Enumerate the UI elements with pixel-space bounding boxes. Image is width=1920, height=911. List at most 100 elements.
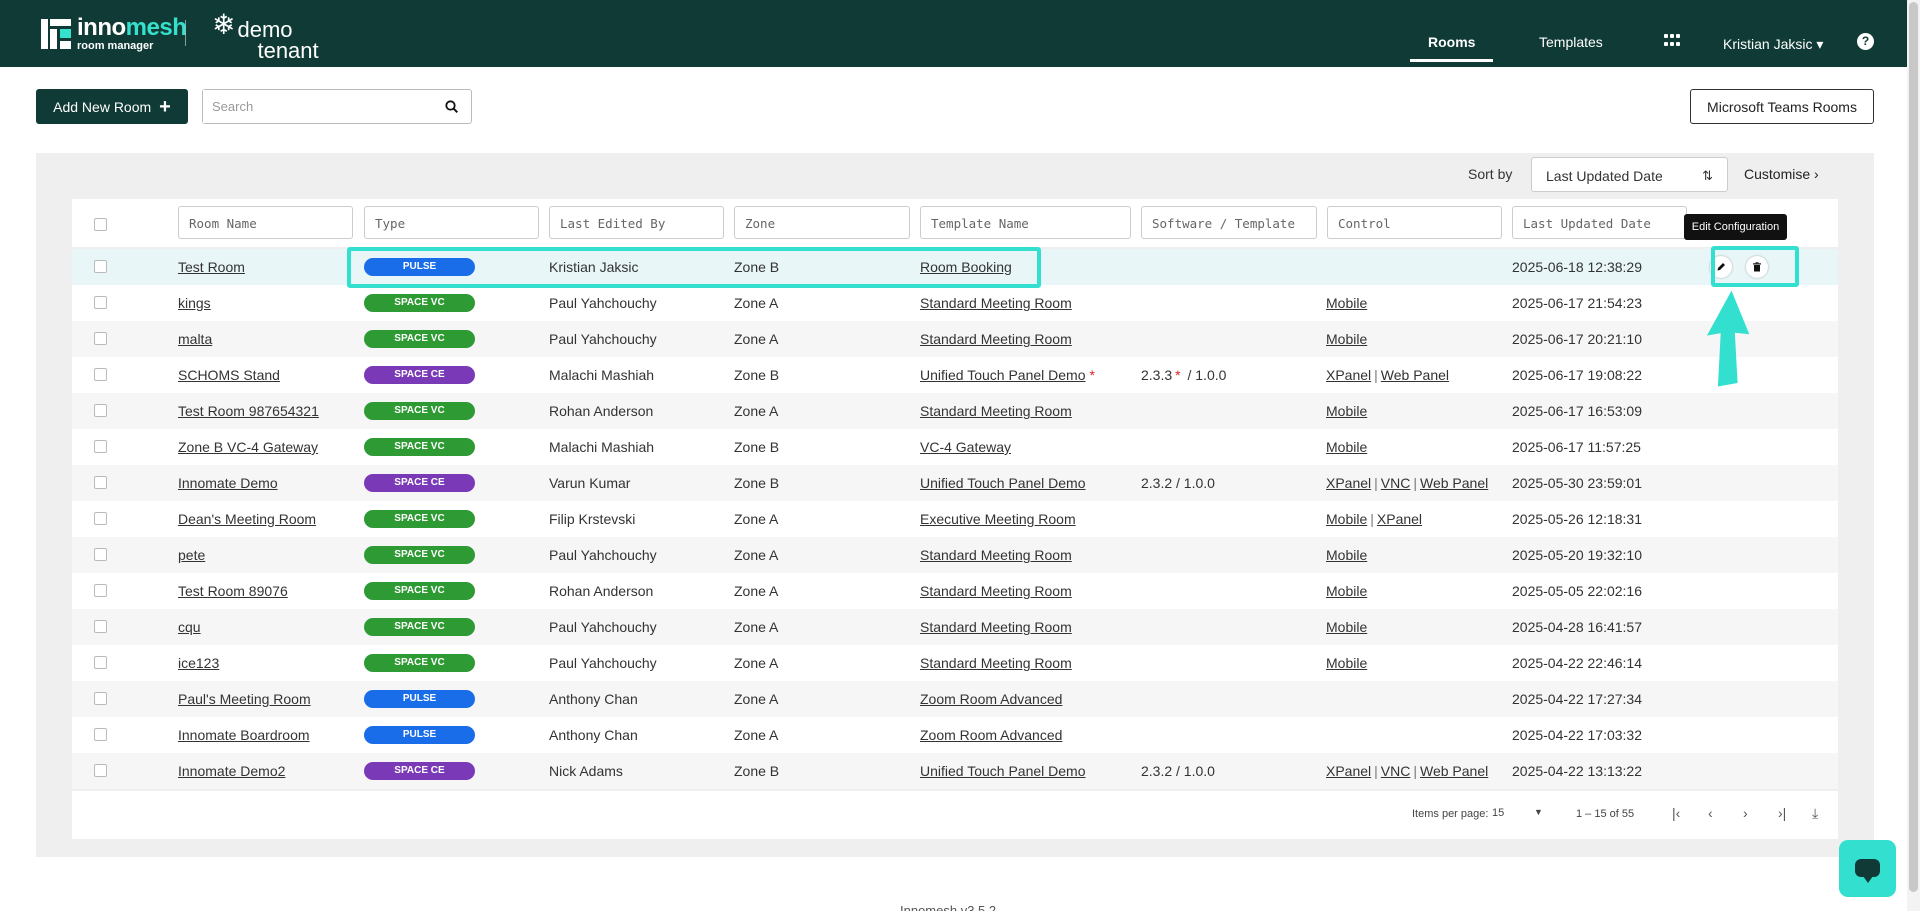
row-checkbox[interactable] [94, 404, 107, 417]
chevron-down-icon[interactable]: ▼ [1534, 807, 1543, 817]
room-name-link[interactable]: SCHOMS Stand [178, 367, 280, 383]
sort-order-icon[interactable]: ⇅ [1702, 168, 1713, 184]
control-link[interactable]: Mobile [1326, 511, 1367, 527]
room-name-link[interactable]: Test Room [178, 259, 245, 275]
template-link[interactable]: Zoom Room Advanced [920, 727, 1062, 743]
filter-software-template[interactable]: Software / Template [1141, 206, 1317, 239]
control-link[interactable]: Mobile [1326, 439, 1367, 455]
control-link[interactable]: Mobile [1326, 331, 1367, 347]
user-menu[interactable]: Kristian Jaksic ▾ [1723, 36, 1823, 53]
row-checkbox[interactable] [94, 260, 107, 273]
template-link[interactable]: Executive Meeting Room [920, 511, 1076, 527]
sort-select[interactable]: Last Updated Date ⇅ [1531, 157, 1728, 192]
room-name-link[interactable]: Test Room 987654321 [178, 403, 319, 419]
table-row[interactable]: malta SPACE VC Paul Yahchouchy Zone A Standa… [72, 321, 1838, 357]
chat-button[interactable] [1839, 840, 1896, 897]
table-row[interactable]: Zone B VC-4 Gateway SPACE VC Malachi Mashi… [72, 429, 1838, 465]
table-row[interactable]: Innomate Demo2 SPACE CE Nick Adams Zone B Un… [72, 753, 1838, 789]
table-row[interactable]: Innomate Boardroom PULSE Anthony Chan Zone … [72, 717, 1838, 753]
next-page-icon[interactable]: › [1743, 805, 1748, 821]
filter-template-name[interactable]: Template Name [920, 206, 1131, 239]
row-checkbox[interactable] [94, 584, 107, 597]
template-link[interactable]: VC-4 Gateway [920, 439, 1011, 455]
template-link[interactable]: Zoom Room Advanced [920, 691, 1062, 707]
room-name-link[interactable]: pete [178, 547, 205, 563]
room-name-link[interactable]: ice123 [178, 655, 219, 671]
filter-room-name[interactable]: Room Name [178, 206, 353, 239]
search-icon[interactable] [445, 100, 458, 113]
table-row[interactable]: pete SPACE VC Paul Yahchouchy Zone A Standar… [72, 537, 1838, 573]
room-name-link[interactable]: Innomate Demo2 [178, 763, 285, 779]
control-link[interactable]: XPanel [1377, 511, 1422, 527]
row-checkbox[interactable] [94, 368, 107, 381]
row-checkbox[interactable] [94, 548, 107, 561]
table-row[interactable]: SCHOMS Stand SPACE CE Malachi Mashiah Zone … [72, 357, 1838, 393]
room-name-link[interactable]: malta [178, 331, 212, 347]
row-checkbox[interactable] [94, 296, 107, 309]
template-link[interactable]: Unified Touch Panel Demo [920, 763, 1086, 779]
page-scrollbar[interactable] [1907, 0, 1920, 911]
select-all-checkbox[interactable] [94, 218, 107, 231]
table-row[interactable]: Test Room 987654321 SPACE VC Rohan Anderso… [72, 393, 1838, 429]
control-link[interactable]: XPanel [1326, 475, 1371, 491]
control-link[interactable]: Mobile [1326, 295, 1367, 311]
row-checkbox[interactable] [94, 620, 107, 633]
last-page-icon[interactable]: ›| [1778, 805, 1786, 821]
row-checkbox[interactable] [94, 764, 107, 777]
table-row[interactable]: kings SPACE VC Paul Yahchouchy Zone A Standa… [72, 285, 1838, 321]
first-page-icon[interactable]: |‹ [1672, 805, 1680, 821]
row-checkbox[interactable] [94, 656, 107, 669]
control-link[interactable]: Web Panel [1381, 367, 1449, 383]
control-link[interactable]: XPanel [1326, 763, 1371, 779]
control-link[interactable]: VNC [1381, 475, 1411, 491]
row-checkbox[interactable] [94, 728, 107, 741]
innomesh-logo[interactable]: innomesh room manager [41, 16, 187, 52]
table-row[interactable]: Paul's Meeting Room PULSE Anthony Chan Zone… [72, 681, 1838, 717]
template-link[interactable]: Standard Meeting Room [920, 547, 1072, 563]
control-link[interactable]: Mobile [1326, 655, 1367, 671]
template-link[interactable]: Unified Touch Panel Demo [920, 367, 1086, 383]
table-row[interactable]: Test Room 89076 SPACE VC Rohan Anderson Zon… [72, 573, 1838, 609]
room-name-link[interactable]: cqu [178, 619, 201, 635]
row-checkbox[interactable] [94, 440, 107, 453]
add-new-room-button[interactable]: Add New Room + [36, 89, 188, 124]
template-link[interactable]: Standard Meeting Room [920, 331, 1072, 347]
room-name-link[interactable]: Paul's Meeting Room [178, 691, 311, 707]
filter-last-updated[interactable]: Last Updated Date [1512, 206, 1687, 239]
control-link[interactable]: Web Panel [1420, 763, 1488, 779]
table-row[interactable]: Innomate Demo SPACE CE Varun Kumar Zone B Un… [72, 465, 1838, 501]
room-name-link[interactable]: Dean's Meeting Room [178, 511, 316, 527]
table-row[interactable]: ice123 SPACE VC Paul Yahchouchy Zone A Stand… [72, 645, 1838, 681]
room-name-link[interactable]: Innomate Boardroom [178, 727, 310, 743]
control-link[interactable]: VNC [1381, 763, 1411, 779]
control-link[interactable]: Web Panel [1420, 475, 1488, 491]
prev-page-icon[interactable]: ‹ [1708, 805, 1713, 821]
template-link[interactable]: Standard Meeting Room [920, 655, 1072, 671]
template-link[interactable]: Standard Meeting Room [920, 583, 1072, 599]
control-link[interactable]: Mobile [1326, 403, 1367, 419]
row-checkbox[interactable] [94, 476, 107, 489]
control-link[interactable]: Mobile [1326, 583, 1367, 599]
apps-grid-icon[interactable] [1664, 34, 1680, 48]
nav-rooms[interactable]: Rooms [1428, 34, 1475, 50]
room-name-link[interactable]: Innomate Demo [178, 475, 278, 491]
download-icon[interactable]: ⤓ [1812, 805, 1818, 822]
filter-type[interactable]: Type [364, 206, 539, 239]
room-name-link[interactable]: kings [178, 295, 211, 311]
help-icon[interactable]: ? [1857, 33, 1874, 50]
microsoft-teams-rooms-button[interactable]: Microsoft Teams Rooms [1690, 89, 1874, 124]
control-link[interactable]: Mobile [1326, 619, 1367, 635]
table-row[interactable]: Dean's Meeting Room SPACE VC Filip Krstevs… [72, 501, 1838, 537]
filter-zone[interactable]: Zone [734, 206, 910, 239]
control-link[interactable]: Mobile [1326, 547, 1367, 563]
row-checkbox[interactable] [94, 332, 107, 345]
control-link[interactable]: XPanel [1326, 367, 1371, 383]
filter-control[interactable]: Control [1327, 206, 1502, 239]
room-name-link[interactable]: Test Room 89076 [178, 583, 288, 599]
nav-templates[interactable]: Templates [1539, 34, 1603, 50]
template-link[interactable]: Standard Meeting Room [920, 295, 1072, 311]
search-input[interactable] [203, 90, 423, 123]
table-row[interactable]: cqu SPACE VC Paul Yahchouchy Zone A Standard… [72, 609, 1838, 645]
row-checkbox[interactable] [94, 692, 107, 705]
filter-last-edited-by[interactable]: Last Edited By [549, 206, 724, 239]
